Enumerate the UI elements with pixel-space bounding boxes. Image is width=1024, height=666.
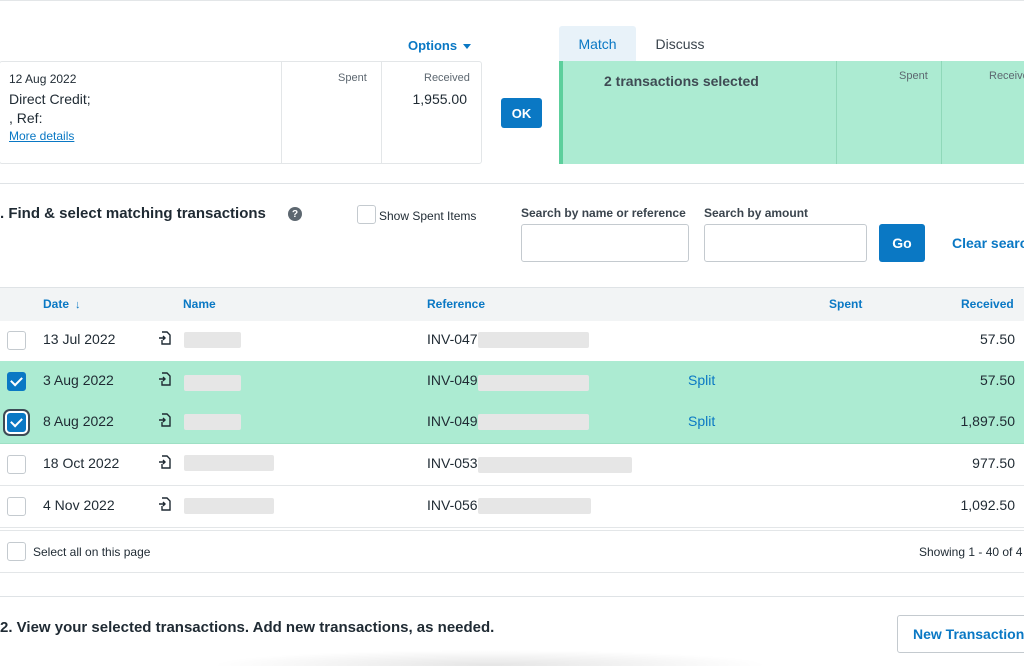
import-file-icon xyxy=(159,372,171,386)
table-row[interactable]: 13 Jul 2022 INV-047 57.50 xyxy=(0,320,1024,362)
row-checkbox[interactable] xyxy=(7,372,26,391)
show-spent-label: Show Spent Items xyxy=(379,209,477,223)
statement-description: Direct Credit; xyxy=(9,91,91,107)
row-reference: INV-049 xyxy=(427,413,478,429)
column-divider xyxy=(281,62,282,163)
search-amount-label: Search by amount xyxy=(704,206,809,220)
sort-down-icon: ↓ xyxy=(75,299,81,311)
row-received: 57.50 xyxy=(979,372,1015,388)
import-file-icon xyxy=(159,331,171,345)
redacted-reference xyxy=(478,375,589,391)
options-dropdown[interactable]: Options xyxy=(408,38,472,53)
column-divider xyxy=(836,61,837,164)
caret-down-icon xyxy=(463,44,472,50)
column-received[interactable]: Received xyxy=(961,297,1014,311)
select-all-checkbox[interactable] xyxy=(7,542,26,561)
match-received-label: Receive xyxy=(989,70,1024,82)
search-amount-input[interactable] xyxy=(704,224,867,262)
redacted-reference xyxy=(478,414,589,430)
find-section-title: . Find & select matching transactions xyxy=(0,205,266,222)
statement-received-label: Received xyxy=(424,72,470,84)
row-date: 8 Aug 2022 xyxy=(43,413,114,429)
selected-count: 2 transactions selected xyxy=(604,73,759,89)
top-divider xyxy=(0,0,1024,1)
import-file-icon xyxy=(159,413,171,427)
split-link[interactable]: Split xyxy=(688,413,715,429)
statement-reference: , Ref: xyxy=(9,110,43,126)
row-checkbox[interactable] xyxy=(7,497,26,516)
table-row[interactable]: 8 Aug 2022 INV-049 Split 1,897.50 xyxy=(0,402,1024,444)
column-date[interactable]: Date ↓ xyxy=(43,297,81,311)
redacted-name xyxy=(184,414,241,430)
row-received: 1,897.50 xyxy=(960,413,1016,429)
table-row[interactable]: 18 Oct 2022 INV-053 977.50 xyxy=(0,444,1024,486)
row-checkbox[interactable] xyxy=(7,455,26,474)
column-divider xyxy=(381,62,382,163)
search-name-input[interactable] xyxy=(521,224,689,262)
go-button[interactable]: Go xyxy=(879,224,925,262)
row-reference: INV-047 xyxy=(427,331,478,347)
split-link[interactable]: Split xyxy=(688,372,715,388)
redacted-name xyxy=(184,375,241,391)
ok-button[interactable]: OK xyxy=(501,98,542,128)
table-footer: Select all on this page Showing 1 - 40 o… xyxy=(0,530,1024,573)
show-spent-checkbox[interactable] xyxy=(357,205,376,224)
select-all-label: Select all on this page xyxy=(33,545,151,559)
tab-discuss[interactable]: Discuss xyxy=(640,26,720,62)
tab-match[interactable]: Match xyxy=(559,26,636,62)
more-details-link[interactable]: More details xyxy=(9,129,74,143)
section-divider xyxy=(0,596,1024,597)
new-transaction-button[interactable]: New Transaction xyxy=(897,615,1024,653)
row-reference: INV-049 xyxy=(427,372,478,388)
row-date: 4 Nov 2022 xyxy=(43,497,115,513)
statement-date: 12 Aug 2022 xyxy=(9,72,77,86)
row-date: 13 Jul 2022 xyxy=(43,331,116,347)
row-reference: INV-053 xyxy=(427,455,478,471)
pagination-status: Showing 1 - 40 of 4 xyxy=(919,545,1023,559)
redacted-name xyxy=(184,332,241,348)
table-header xyxy=(0,287,1024,321)
import-file-icon xyxy=(159,497,171,511)
row-reference: INV-056 xyxy=(427,497,478,513)
row-checkbox[interactable] xyxy=(7,331,26,350)
row-checkbox[interactable] xyxy=(7,413,26,432)
bottom-shadow xyxy=(210,650,770,666)
column-reference[interactable]: Reference xyxy=(427,297,485,311)
clear-search-link[interactable]: Clear searc xyxy=(952,235,1024,251)
column-name[interactable]: Name xyxy=(183,297,216,311)
search-name-label: Search by name or reference xyxy=(521,206,686,220)
column-divider xyxy=(941,61,942,164)
row-received: 1,092.50 xyxy=(960,497,1016,513)
match-spent-label: Spent xyxy=(899,70,928,82)
table-row[interactable]: 4 Nov 2022 INV-056 1,092.50 xyxy=(0,486,1024,528)
redacted-name xyxy=(184,455,274,471)
statement-received-amount: 1,955.00 xyxy=(412,91,468,107)
redacted-name xyxy=(184,498,274,514)
table-row[interactable]: 3 Aug 2022 INV-049 Split 57.50 xyxy=(0,361,1024,403)
import-file-icon xyxy=(159,455,171,469)
view-section-title: 2. View your selected transactions. Add … xyxy=(0,619,495,636)
redacted-reference xyxy=(478,498,591,514)
section-divider xyxy=(0,183,1024,184)
column-spent[interactable]: Spent xyxy=(829,297,862,311)
row-date: 18 Oct 2022 xyxy=(43,455,120,471)
row-received: 57.50 xyxy=(979,331,1015,347)
help-icon[interactable]: ? xyxy=(288,207,302,221)
row-received: 977.50 xyxy=(972,455,1015,471)
redacted-reference xyxy=(478,457,632,473)
statement-spent-label: Spent xyxy=(338,72,367,84)
row-date: 3 Aug 2022 xyxy=(43,372,114,388)
redacted-reference xyxy=(478,332,589,348)
